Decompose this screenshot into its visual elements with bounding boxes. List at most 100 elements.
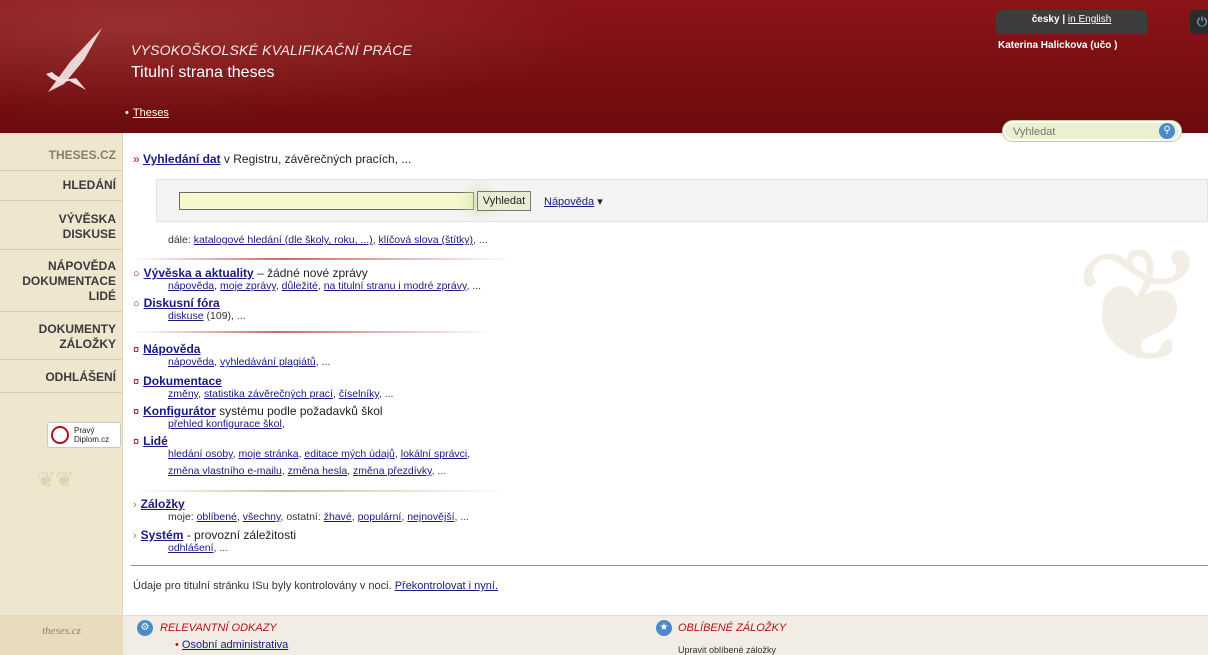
change-nickname-link[interactable]: změna přezdívky — [353, 465, 432, 477]
site-name: VYSOKOŠKOLSKÉ KVALIFIKAČNÍ PRÁCE — [131, 42, 413, 58]
forums-link[interactable]: Diskusní fóra — [144, 296, 220, 310]
dokumentace-sublinks: změny, statistika závěrečných prací, čís… — [168, 388, 393, 400]
local-admins-link[interactable]: lokální správci — [401, 448, 468, 460]
search-data-link[interactable]: Vyhledání dat — [143, 152, 221, 166]
pravy-diplom-banner[interactable]: Pravý Diplom.cz — [47, 422, 121, 448]
system-link[interactable]: Systém — [141, 528, 184, 542]
sidebar-item-theses[interactable]: THESES.CZ — [49, 148, 116, 162]
user-name: Katerina Halickova (učo — [998, 40, 1115, 51]
ellipsis: , ... — [315, 356, 331, 368]
zalozky-heading: › Záložky — [133, 497, 185, 511]
all-bookmarks-link[interactable]: všechny — [243, 511, 281, 523]
diskuse-sublinks: diskuse (109), ... — [168, 310, 246, 322]
recheck-now-link[interactable]: Překontrolovat i nyní. — [395, 580, 498, 592]
lide-sublinks-1: hledání osoby, moje stránka, editace mýc… — [168, 448, 470, 460]
edit-favorites-link[interactable]: Upravit oblíbené záložky — [678, 645, 776, 655]
power-icon[interactable]: ⏻ — [1190, 10, 1208, 34]
diskuse-count: (109), ... — [203, 310, 246, 322]
lide-heading: ¤ Lidé — [133, 434, 168, 448]
dokumentace-link[interactable]: Dokumentace — [143, 374, 222, 388]
sidebar-item-odhlaseni[interactable]: ODHLÁŠENÍ — [45, 370, 116, 384]
dale-prefix: dále: — [168, 234, 194, 246]
vyveska-link[interactable]: Vývěska a aktuality — [144, 266, 254, 280]
favorite-bookmarks-icon: ★ — [656, 620, 672, 636]
check-text: Údaje pro titulní stránku ISu byly kontr… — [133, 580, 395, 592]
favorite-bookmarks-title: OBLÍBENÉ ZÁLOŽKY — [678, 622, 787, 634]
main-content: ❦ » Vyhledání dat v Registru, závěrečnýc… — [123, 133, 1208, 615]
popular-link[interactable]: populární — [358, 511, 402, 523]
sidebar-item-lide[interactable]: LIDÉ — [89, 289, 116, 303]
sidebar-divider — [0, 359, 123, 360]
hash-bullet-icon: ¤ — [133, 376, 140, 388]
sidebar-divider — [0, 392, 123, 393]
section-divider — [133, 258, 513, 260]
ellipsis: , ... — [466, 280, 482, 292]
sidebar-item-vyveska[interactable]: VÝVĚSKA — [59, 212, 116, 226]
search-button[interactable]: Vyhledat — [477, 191, 531, 211]
changes-link[interactable]: změny — [168, 388, 198, 400]
comma: , — [281, 418, 285, 430]
my-page-link[interactable]: moje stránka — [238, 448, 298, 460]
napoveda-link[interactable]: Nápověda — [143, 342, 200, 356]
footer: theses.cz ⚙ RELEVANTNÍ ODKAZY • Osobní a… — [0, 615, 1208, 655]
school-config-link[interactable]: přehled konfigurace škol — [168, 418, 282, 430]
quill-logo-icon[interactable] — [40, 22, 110, 97]
zalozky-link[interactable]: Záložky — [141, 497, 185, 511]
edit-my-data-link[interactable]: editace mých údajů — [304, 448, 394, 460]
sidebar-item-zalozky[interactable]: ZÁLOŽKY — [59, 337, 116, 351]
codebooks-link[interactable]: číselníky — [339, 388, 379, 400]
diplom-text: Pravý Diplom.cz — [74, 426, 109, 444]
personal-admin-link[interactable]: Osobní administrativa — [182, 639, 288, 651]
lide-sublinks-2: změna vlastního e-mailu, změna hesla, zm… — [168, 465, 446, 477]
section-divider — [133, 331, 493, 333]
user-close: ) — [1114, 40, 1118, 51]
person-search-link[interactable]: hledání osoby — [168, 448, 233, 460]
lide-link[interactable]: Lidé — [143, 434, 168, 448]
system-sublinks: odhlášení, ... — [168, 542, 228, 554]
system-rest: - provozní záležitosti — [183, 528, 297, 542]
thesis-statistics-link[interactable]: statistika závěrečných prací — [204, 388, 333, 400]
keywords-link[interactable]: klíčová slova (štítky) — [379, 234, 474, 246]
zalozky-moje: moje: — [168, 511, 197, 523]
diskuse-link[interactable]: diskuse — [168, 310, 204, 322]
vyveska-heading: ○ Vývěska a aktuality – žádné nové zprávy — [133, 266, 368, 280]
sidebar-item-hledani[interactable]: HLEDÁNÍ — [63, 178, 116, 192]
watermark-icon: ❦ — [1073, 213, 1208, 400]
newest-link[interactable]: nejnovější — [407, 511, 454, 523]
arrow-bullet-icon: › — [133, 530, 137, 542]
user-info: Katerina Halickova (učo ) — [998, 40, 1118, 51]
relevant-links-title: RELEVANTNÍ ODKAZY — [160, 622, 277, 634]
chevron-down-icon: ▾ — [597, 196, 603, 208]
change-email-link[interactable]: změna vlastního e-mailu — [168, 465, 282, 477]
main-search-input[interactable] — [179, 192, 474, 210]
breadcrumb-theses-link[interactable]: Theses — [133, 107, 169, 119]
hot-link[interactable]: žhavé — [324, 511, 352, 523]
sidebar-item-diskuse[interactable]: DISKUSE — [63, 227, 116, 241]
dokumentace-heading: ¤ Dokumentace — [133, 374, 222, 388]
catalog-search-link[interactable]: katalogové hledání (dle školy, roku, ...… — [194, 234, 373, 246]
relevant-links-icon: ⚙ — [137, 620, 153, 636]
help-dropdown[interactable]: Nápověda ▾ — [544, 195, 603, 208]
lang-english-link[interactable]: in English — [1068, 14, 1111, 25]
lang-current: česky — [1031, 14, 1060, 25]
change-password-link[interactable]: změna hesla — [288, 465, 348, 477]
plagiarism-search-link[interactable]: vyhledávání plagiátů — [220, 356, 316, 368]
sidebar-item-dokumenty[interactable]: DOKUMENTY — [39, 322, 116, 336]
important-link[interactable]: důležité — [282, 280, 318, 292]
search-section-rest: v Registru, závěrečných pracích, ... — [220, 152, 412, 166]
sidebar-divider — [0, 170, 123, 171]
ellipsis: , ... — [378, 388, 394, 400]
diplom-line2: Diplom.cz — [74, 435, 110, 444]
sidebar-divider — [0, 200, 123, 201]
help-link[interactable]: Nápověda — [544, 196, 594, 208]
sidebar-item-napoveda[interactable]: NÁPOVĚDA — [48, 259, 116, 273]
sidebar-item-dokumentace[interactable]: DOKUMENTACE — [22, 274, 116, 288]
favorites-link[interactable]: oblíbené — [197, 511, 237, 523]
front-page-messages-link[interactable]: na titulní stranu i modré zprávy — [324, 280, 467, 292]
help-sub-link[interactable]: nápověda — [168, 356, 214, 368]
konfigurator-link[interactable]: Konfigurátor — [143, 404, 216, 418]
vyveska-napoveda-link[interactable]: nápověda — [168, 280, 214, 292]
vyveska-sublinks: nápověda, moje zprávy, důležité, na titu… — [168, 280, 481, 292]
my-messages-link[interactable]: moje zprávy — [220, 280, 276, 292]
logout-link[interactable]: odhlášení — [168, 542, 214, 554]
